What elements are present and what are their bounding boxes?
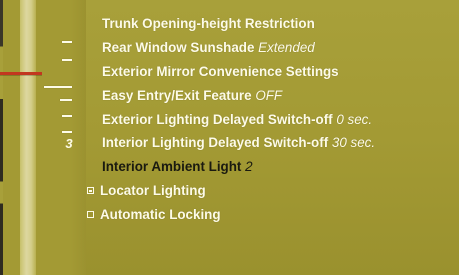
menu-item-trunk-opening-height[interactable]: Trunk Opening-height Restriction — [86, 12, 459, 36]
menu-item-easy-entry-exit[interactable]: Easy Entry/Exit Feature OFF — [86, 84, 459, 108]
menu-item-value: 30 sec. — [331, 135, 376, 151]
menu-item-label: Automatic Locking — [100, 207, 221, 223]
checkbox-checked-icon[interactable] — [87, 187, 94, 195]
menu-item-label: Exterior Lighting Delayed Switch-off — [102, 111, 333, 127]
menu-item-label: Rear Window Sunshade — [102, 39, 255, 55]
scroll-tick — [62, 41, 72, 43]
menu-item-label: Interior Lighting Delayed Switch-off — [102, 135, 329, 151]
menu-item-rear-window-sunshade[interactable]: Rear Window Sunshade Extended — [86, 36, 459, 60]
scroll-track[interactable] — [20, 0, 36, 275]
scroll-tick — [62, 131, 72, 133]
menu-item-value: Extended — [258, 39, 315, 55]
menu-item-label: Interior Ambient Light — [102, 159, 242, 175]
menu-item-label: Easy Entry/Exit Feature — [102, 87, 252, 103]
settings-screen: 3 Trunk Opening-height Restriction Rear … — [0, 0, 459, 275]
menu-item-exterior-lighting-delay[interactable]: Exterior Lighting Delayed Switch-off 0 s… — [86, 108, 459, 132]
scroll-tick — [44, 86, 72, 88]
edge-strip — [0, 0, 3, 275]
scroll-tick — [62, 115, 72, 117]
scroll-tick — [62, 59, 72, 61]
menu-item-label: Exterior Mirror Convenience Settings — [102, 63, 339, 79]
checkbox-unchecked-icon[interactable] — [87, 211, 94, 219]
menu-item-interior-ambient-light[interactable]: Interior Ambient Light 2 — [86, 155, 459, 179]
scroll-position-marker — [0, 72, 42, 75]
menu-item-locator-lighting[interactable]: Locator Lighting — [86, 179, 459, 203]
menu-item-automatic-locking[interactable]: Automatic Locking — [86, 203, 459, 227]
wheel-value: 3 — [65, 136, 73, 151]
menu-item-label: Locator Lighting — [100, 183, 206, 199]
menu-item-exterior-mirror-settings[interactable]: Exterior Mirror Convenience Settings — [86, 60, 459, 84]
menu-item-value: OFF — [255, 87, 283, 103]
menu-item-value: 0 sec. — [336, 111, 373, 127]
menu-item-interior-lighting-delay[interactable]: Interior Lighting Delayed Switch-off 30 … — [86, 131, 459, 155]
scroll-tick — [60, 99, 72, 101]
settings-menu: Trunk Opening-height Restriction Rear Wi… — [86, 12, 459, 227]
menu-item-label: Trunk Opening-height Restriction — [102, 16, 315, 31]
menu-item-value: 2 — [245, 159, 253, 175]
